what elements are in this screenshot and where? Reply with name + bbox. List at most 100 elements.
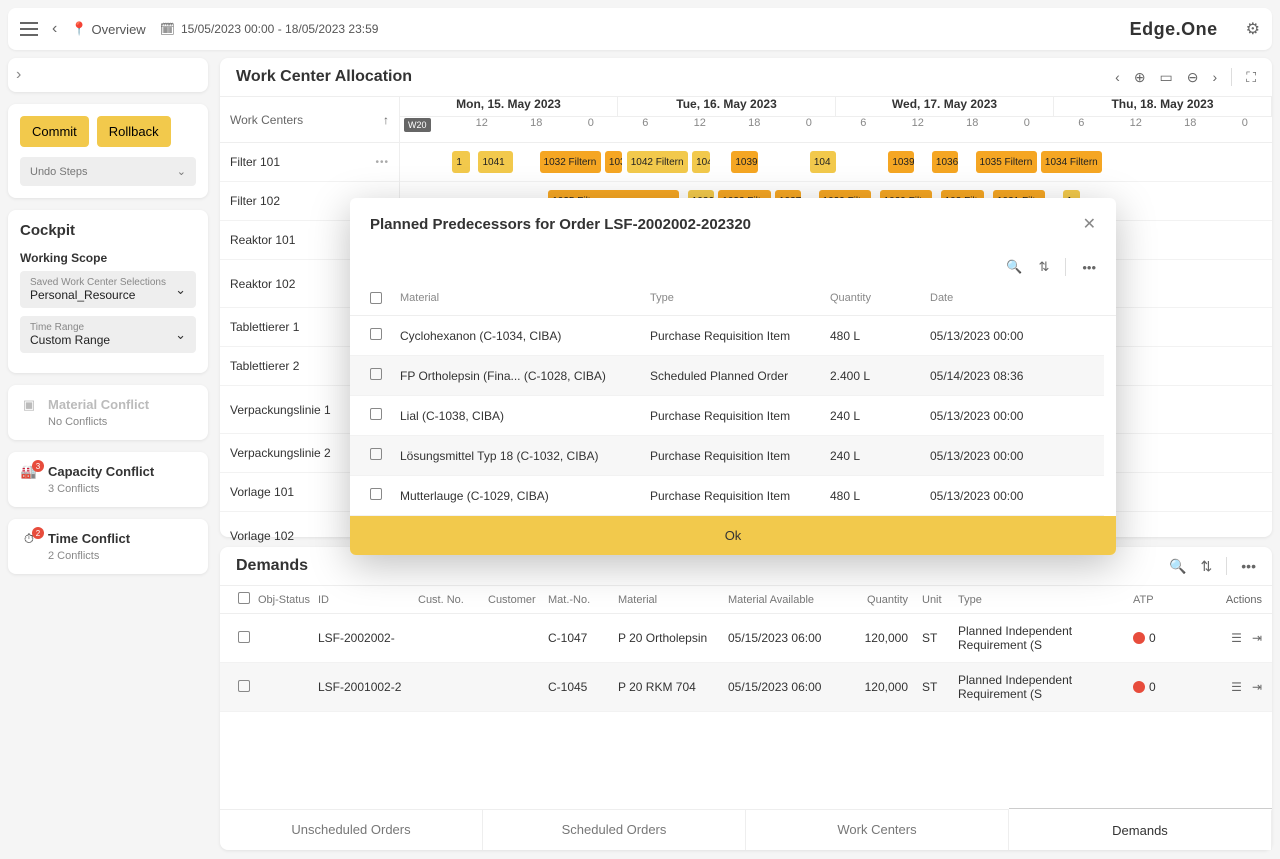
modal-more-icon[interactable]: ••• bbox=[1082, 260, 1096, 275]
gantt-task[interactable]: 1036 bbox=[932, 151, 958, 173]
modal-row-checkbox[interactable] bbox=[370, 368, 382, 380]
enter-icon[interactable]: ⇥ bbox=[1252, 631, 1262, 645]
gantt-task[interactable]: 1 bbox=[452, 151, 469, 173]
bottom-tabs: Unscheduled OrdersScheduled OrdersWork C… bbox=[220, 809, 1272, 850]
gantt-task[interactable]: 104 bbox=[810, 151, 836, 173]
select-all-checkbox[interactable] bbox=[238, 592, 250, 604]
rollback-button[interactable]: Rollback bbox=[97, 116, 171, 147]
modal-row[interactable]: Mutterlauge (C-1029, CIBA) Purchase Requ… bbox=[350, 476, 1104, 516]
search-icon[interactable]: 🔍 bbox=[1169, 558, 1186, 575]
gantt-task[interactable]: 1032 Filtern bbox=[540, 151, 601, 173]
col-qty[interactable]: Quantity bbox=[848, 594, 908, 606]
row-checkbox[interactable] bbox=[238, 680, 250, 692]
breadcrumb[interactable]: 📍 Overview bbox=[71, 21, 145, 37]
modal-row-checkbox[interactable] bbox=[370, 488, 382, 500]
bottom-tab[interactable]: Work Centers bbox=[746, 810, 1009, 850]
time-range-value: Custom Range bbox=[30, 333, 110, 347]
modal-row-checkbox[interactable] bbox=[370, 408, 382, 420]
ok-button[interactable]: Ok bbox=[350, 516, 1116, 555]
cockpit-title: Cockpit bbox=[20, 222, 196, 239]
saved-wc-select[interactable]: Saved Work Center Selections Personal_Re… bbox=[20, 271, 196, 308]
col-atp[interactable]: ATP bbox=[1133, 594, 1173, 606]
capacity-icon: 🏭3 bbox=[20, 464, 38, 480]
zoom-in-icon[interactable]: ⊕ bbox=[1134, 69, 1146, 86]
modal-col-type[interactable]: Type bbox=[650, 292, 830, 307]
sidebar-collapse-toggle[interactable]: › bbox=[8, 58, 208, 92]
gantt-task[interactable]: 1034 Filtern bbox=[1041, 151, 1102, 173]
more-icon[interactable]: ••• bbox=[1241, 558, 1256, 574]
close-icon[interactable]: ✕ bbox=[1083, 214, 1096, 234]
row-checkbox[interactable] bbox=[238, 631, 250, 643]
chevron-down-icon: ⌄ bbox=[177, 165, 186, 178]
work-centers-label: Work Centers bbox=[230, 113, 303, 127]
bottom-tab[interactable]: Scheduled Orders bbox=[483, 810, 746, 850]
time-conflict-card[interactable]: ⏱2 Time Conflict 2 Conflicts bbox=[8, 519, 208, 574]
enter-icon[interactable]: ⇥ bbox=[1252, 680, 1262, 694]
col-avail[interactable]: Material Available bbox=[728, 594, 848, 606]
zoom-out-icon[interactable]: ⊖ bbox=[1187, 69, 1199, 86]
brand-logo: Edge.One bbox=[1130, 19, 1218, 40]
sort-icon[interactable]: ↑ bbox=[383, 113, 389, 127]
topbar: ‹ 📍 Overview 🗓 15/05/2023 00:00 - 18/05/… bbox=[8, 8, 1272, 50]
gantt-task[interactable]: 1039 bbox=[888, 151, 914, 173]
modal-row[interactable]: Cyclohexanon (C-1034, CIBA) Purchase Req… bbox=[350, 316, 1104, 356]
back-icon[interactable]: ‹ bbox=[52, 20, 57, 38]
gantt-row-label[interactable]: Filter 101••• bbox=[220, 143, 399, 182]
col-custno[interactable]: Cust. No. bbox=[418, 594, 488, 606]
bottom-tab[interactable]: Demands bbox=[1009, 809, 1272, 850]
predecessors-modal: Planned Predecessors for Order LSF-20020… bbox=[350, 198, 1116, 555]
divider bbox=[1065, 258, 1066, 276]
gantt-task[interactable]: 1039 bbox=[731, 151, 757, 173]
gantt-task[interactable]: 1042 bbox=[692, 151, 709, 173]
modal-row-checkbox[interactable] bbox=[370, 448, 382, 460]
col-material[interactable]: Material bbox=[618, 594, 728, 606]
time-range-select[interactable]: Time Range Custom Range ⌄ bbox=[20, 316, 196, 353]
gantt-hour-header: 0 bbox=[564, 117, 619, 142]
fullscreen-icon[interactable]: ⛶ bbox=[1246, 69, 1256, 86]
modal-select-all[interactable] bbox=[370, 292, 382, 304]
col-obj[interactable]: Obj-Status bbox=[258, 594, 318, 606]
list-icon[interactable]: ☰ bbox=[1231, 680, 1242, 694]
next-icon[interactable]: › bbox=[1213, 69, 1218, 85]
modal-col-qty[interactable]: Quantity bbox=[830, 292, 930, 307]
bottom-tab[interactable]: Unscheduled Orders bbox=[220, 810, 483, 850]
working-scope-label: Working Scope bbox=[20, 251, 196, 265]
demands-panel: Demands 🔍 ⇅ ••• Obj-Status ID Cust. No. … bbox=[220, 547, 1272, 850]
sliders-icon[interactable]: ⚙ bbox=[1246, 19, 1260, 39]
col-unit[interactable]: Unit bbox=[908, 594, 958, 606]
menu-icon[interactable] bbox=[20, 22, 38, 36]
modal-row[interactable]: Lösungsmittel Typ 18 (C-1032, CIBA) Purc… bbox=[350, 436, 1104, 476]
modal-row[interactable]: Lial (C-1038, CIBA) Purchase Requisition… bbox=[350, 396, 1104, 436]
list-icon[interactable]: ☰ bbox=[1231, 631, 1242, 645]
col-type[interactable]: Type bbox=[958, 594, 1133, 606]
demand-row[interactable]: LSF-2001002-2 C-1045 P 20 RKM 704 05/15/… bbox=[220, 663, 1272, 712]
col-actions: Actions bbox=[1202, 594, 1262, 606]
capacity-conflict-card[interactable]: 🏭3 Capacity Conflict 3 Conflicts bbox=[8, 452, 208, 507]
modal-col-date[interactable]: Date bbox=[930, 292, 1070, 307]
modal-row[interactable]: FP Ortholepsin (Fina... (C-1028, CIBA) S… bbox=[350, 356, 1104, 396]
gantt-task[interactable]: 1033 bbox=[605, 151, 622, 173]
modal-search-icon[interactable]: 🔍 bbox=[1006, 259, 1022, 275]
gantt-hour-header: 18 bbox=[509, 117, 564, 142]
prev-icon[interactable]: ‹ bbox=[1115, 69, 1120, 85]
gantt-task[interactable]: 1042 Filtern bbox=[627, 151, 688, 173]
gantt-task[interactable]: 1041 bbox=[478, 151, 513, 173]
filter-icon[interactable]: ⇅ bbox=[1201, 558, 1213, 575]
gantt-day-header: Tue, 16. May 2023 bbox=[618, 97, 836, 116]
wca-title: Work Center Allocation bbox=[236, 68, 412, 86]
modal-row-checkbox[interactable] bbox=[370, 328, 382, 340]
gantt-task[interactable]: 1035 Filtern bbox=[976, 151, 1037, 173]
today-icon[interactable]: ▭ bbox=[1160, 69, 1173, 86]
col-id[interactable]: ID bbox=[318, 594, 418, 606]
material-conflict-card[interactable]: ▣ Material Conflict No Conflicts bbox=[8, 385, 208, 440]
date-range[interactable]: 🗓 15/05/2023 00:00 - 18/05/2023 23:59 bbox=[160, 22, 379, 36]
modal-col-material[interactable]: Material bbox=[400, 292, 650, 307]
demand-row[interactable]: LSF-2002002- C-1047 P 20 Ortholepsin 05/… bbox=[220, 614, 1272, 663]
modal-filter-icon[interactable]: ⇅ bbox=[1038, 259, 1049, 275]
undo-steps-select[interactable]: Undo Steps ⌄ bbox=[20, 157, 196, 186]
col-customer[interactable]: Customer bbox=[488, 594, 548, 606]
col-matno[interactable]: Mat.-No. bbox=[548, 594, 618, 606]
commit-button[interactable]: Commit bbox=[20, 116, 89, 147]
gantt-hour-header: 12 bbox=[455, 117, 510, 142]
calendar-icon: 🗓 bbox=[160, 22, 175, 36]
